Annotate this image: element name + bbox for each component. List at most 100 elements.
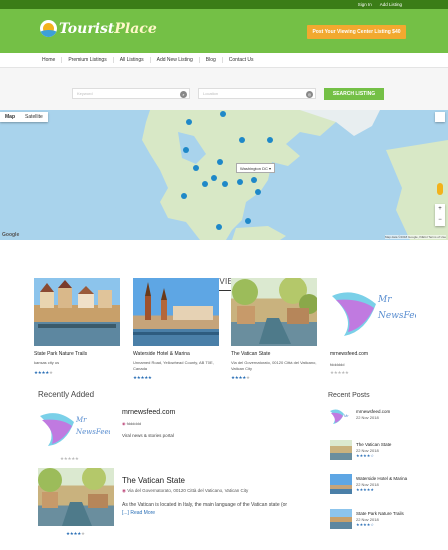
location-placeholder: Location xyxy=(203,91,219,96)
card-title[interactable]: The Vatican State xyxy=(231,351,321,357)
map-land xyxy=(60,110,448,240)
recent-item-location: ◉ Via del Governatorato, 00120 Città del… xyxy=(122,488,248,494)
read-more-link[interactable]: [...] Read More xyxy=(122,510,155,516)
premium-card[interactable]: The Vatican State Via del Governatorato,… xyxy=(231,276,319,380)
post-title[interactable]: mrnewsfeed.com xyxy=(356,409,390,414)
site-header: TouristPlace Post Your Viewing Center Li… xyxy=(0,9,448,53)
recent-item-title[interactable]: mrnewsfeed.com xyxy=(122,409,175,416)
main-nav: Home Premium Listings All Listings Add N… xyxy=(0,53,448,68)
map-type-tabs: Map Satellite xyxy=(0,112,48,122)
location-input[interactable]: Location ◎ xyxy=(198,88,316,99)
recent-item-location-text: Via del Governatorato, 00120 Città del V… xyxy=(127,488,249,493)
post-thumb[interactable] xyxy=(330,440,352,460)
post-listing-button[interactable]: Post Your Viewing Center Listing $40 xyxy=(307,25,406,39)
logo-mr-text: Mr xyxy=(75,416,87,424)
tab-map[interactable]: Map xyxy=(0,112,20,122)
nav-all-listings[interactable]: All Listings xyxy=(112,57,150,63)
google-logo: Google xyxy=(2,232,20,238)
zoom-out-icon[interactable]: − xyxy=(435,215,445,226)
fullscreen-icon[interactable] xyxy=(435,112,445,122)
premium-card[interactable]: State Park Nature Trails kansas city us … xyxy=(34,278,120,375)
post-thumb[interactable] xyxy=(330,509,352,529)
church-harbor-image xyxy=(133,282,219,335)
search-icon: ⌕ xyxy=(180,90,187,98)
logo-text-part1: Tourist xyxy=(59,20,115,37)
location-pin-icon: ◉ xyxy=(122,488,126,493)
card-title[interactable]: Waterside Hotel & Marina xyxy=(133,351,223,357)
recent-item[interactable]: Mr NewsFeed mrnewsfeed.com ◉ fdddddd Vira… xyxy=(38,406,308,462)
card-address: Via del Governatorato, 00120 Città del V… xyxy=(231,360,317,371)
recent-item[interactable]: The Vatican State ◉ Via del Governatorat… xyxy=(38,468,308,538)
post-stars: ★★★★★ xyxy=(356,487,374,492)
nav-premium-listings[interactable]: Premium Listings xyxy=(61,57,112,63)
street-view-pegman-icon[interactable] xyxy=(437,183,443,195)
recent-item-location-text: fdddddd xyxy=(126,421,142,426)
recent-posts-title: Recent Posts xyxy=(328,392,370,399)
mrnewsfeed-logo-image: Mr NewsFeed xyxy=(332,292,426,336)
zoom-controls[interactable]: + − xyxy=(435,204,445,226)
star-rating: ★★★★★ xyxy=(66,531,85,536)
post-thumb[interactable] xyxy=(330,474,352,494)
logo-mr-text: Mr xyxy=(377,295,392,305)
riverside-town-image xyxy=(38,280,116,328)
star-rating: ★★★★★ xyxy=(133,375,152,380)
mrnewsfeed-logo-image: Mr NewsFeed xyxy=(40,413,114,446)
mrnewsfeed-logo-image: Mr xyxy=(330,409,349,424)
nav-blog[interactable]: Blog xyxy=(198,57,222,63)
card-image[interactable]: Mr NewsFeed xyxy=(330,278,426,346)
star-rating: ★★★★★ xyxy=(60,456,79,461)
card-address: Unnamed Road, Yellowhead County, AB T0E,… xyxy=(133,360,214,371)
tab-satellite[interactable]: Satellite xyxy=(20,112,48,122)
sun-logo-icon xyxy=(40,20,57,37)
card-address: kansas city us xyxy=(34,360,60,365)
zoom-in-icon[interactable]: + xyxy=(435,204,445,215)
recent-item-location: ◉ fdddddd xyxy=(122,421,141,426)
canal-trees-image xyxy=(38,468,108,526)
post-title[interactable]: The Vatican State xyxy=(356,442,391,447)
locate-icon: ◎ xyxy=(306,90,313,98)
nav-add-new-listing[interactable]: Add New Listing xyxy=(149,57,199,63)
post-stars: ★★★★☆ xyxy=(356,453,374,458)
star-rating: ★★★★★ xyxy=(231,375,250,380)
location-pin-icon: ◉ xyxy=(122,421,126,426)
canal-trees-image xyxy=(232,276,319,344)
premium-card[interactable]: Mr NewsFeed mrnewsfeed.com fdddddd ★★★★★ xyxy=(330,278,426,375)
logo-newsfeed-text: NewsFeed xyxy=(377,311,416,321)
recent-item-title[interactable]: The Vatican State xyxy=(122,476,185,485)
sign-in-link[interactable]: Sign In xyxy=(358,2,372,7)
star-rating: ★★★★★ xyxy=(330,370,349,375)
map-popup-text: Washington DC xyxy=(240,165,268,171)
card-image[interactable] xyxy=(231,276,319,346)
post-thumb[interactable]: Mr xyxy=(330,407,352,427)
site-logo[interactable]: TouristPlace xyxy=(40,20,157,37)
post-date: 22 Nov 2018 xyxy=(356,415,379,420)
search-listing-button[interactable]: SEARCH LISTING xyxy=(324,87,384,100)
recent-item-desc: As the Vatican is located in Italy, the … xyxy=(122,502,288,508)
logo-text-part2: Place xyxy=(114,20,157,37)
premium-card[interactable]: Waterside Hotel & Marina Unnamed Road, Y… xyxy=(133,278,219,380)
post-title[interactable]: Waterside Hotel & Marina xyxy=(356,476,407,481)
logo-newsfeed-text: NewsFeed xyxy=(75,428,110,436)
post-title[interactable]: State Park Nature Trails xyxy=(356,511,404,516)
recently-added-title: Recently Added xyxy=(38,390,95,399)
card-title[interactable]: State Park Nature Trails xyxy=(34,351,124,357)
map-attribution[interactable]: Map data ©2018 Google, INEGI Terms of Us… xyxy=(384,235,446,239)
post-stars: ★★★★☆ xyxy=(356,522,374,527)
nav-contact-us[interactable]: Contact Us xyxy=(221,57,260,63)
top-utility-bar: Sign In Add Listing xyxy=(0,0,448,9)
card-title[interactable]: mrnewsfeed.com xyxy=(330,351,420,357)
nav-home[interactable]: Home xyxy=(36,57,61,63)
recent-item-desc: Viral news & stories portal xyxy=(122,433,174,438)
map[interactable]: Map Satellite Washington DC ▾ + − Google … xyxy=(0,110,448,240)
add-listing-link[interactable]: Add Listing xyxy=(380,2,402,7)
keyword-placeholder: Keyword xyxy=(77,91,93,96)
map-popup[interactable]: Washington DC ▾ xyxy=(236,163,275,173)
star-rating: ★★★★★ xyxy=(34,370,53,375)
keyword-input[interactable]: Keyword ⌕ xyxy=(72,88,190,99)
card-address: fdddddd xyxy=(330,362,345,367)
card-image[interactable] xyxy=(34,278,120,346)
recent-item-image[interactable]: Mr NewsFeed xyxy=(38,406,114,454)
recent-item-image[interactable] xyxy=(38,468,114,526)
logo-mr-text: Mr xyxy=(344,413,349,418)
card-image[interactable] xyxy=(133,278,219,346)
